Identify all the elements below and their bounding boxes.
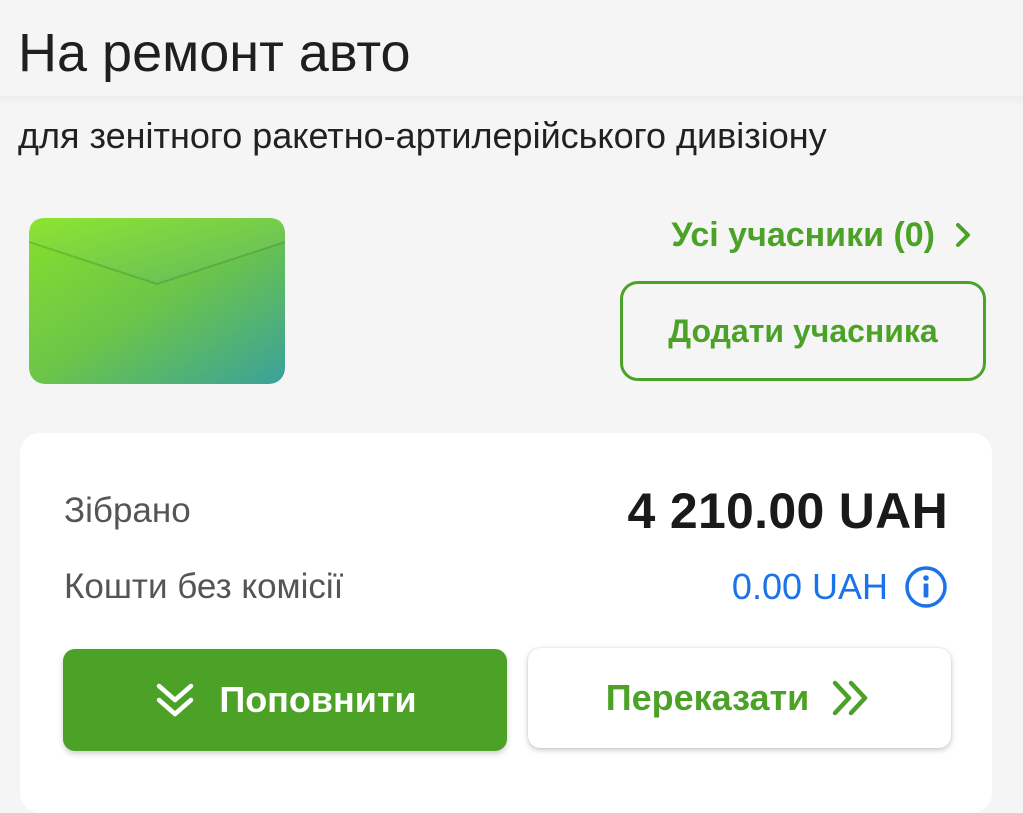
collected-amount: 4 210.00 UAH	[627, 483, 948, 539]
top-up-button[interactable]: Поповнити	[63, 649, 507, 751]
jar-summary-card: Зібрано 4 210.00 UAH Кошти без комісії 0…	[20, 433, 992, 813]
double-chevron-right-icon	[829, 678, 873, 718]
fee-free-row: Кошти без комісії 0.00 UAH	[64, 559, 948, 615]
info-icon[interactable]	[904, 565, 948, 609]
header-divider	[0, 96, 1023, 106]
envelope-icon	[29, 218, 285, 384]
transfer-button[interactable]: Переказати	[528, 648, 951, 748]
double-chevron-down-icon	[153, 680, 197, 720]
add-participant-button[interactable]: Додати учасника	[620, 281, 986, 381]
page-title: На ремонт авто	[18, 23, 411, 83]
fee-free-value-group: 0.00 UAH	[732, 565, 948, 609]
fee-free-label: Кошти без комісії	[64, 567, 344, 606]
all-participants-link[interactable]: Усі учасники (0)	[671, 209, 971, 261]
collected-label: Зібрано	[64, 491, 191, 530]
collected-row: Зібрано 4 210.00 UAH	[64, 481, 948, 541]
participants-label: Усі учасники (0)	[671, 215, 935, 254]
chevron-right-icon	[955, 222, 971, 248]
top-up-label: Поповнити	[219, 679, 417, 720]
transfer-label: Переказати	[605, 677, 810, 718]
jar-description: для зенітного ракетно-артилерійського ди…	[18, 115, 827, 156]
fee-free-amount: 0.00 UAH	[731, 566, 888, 607]
